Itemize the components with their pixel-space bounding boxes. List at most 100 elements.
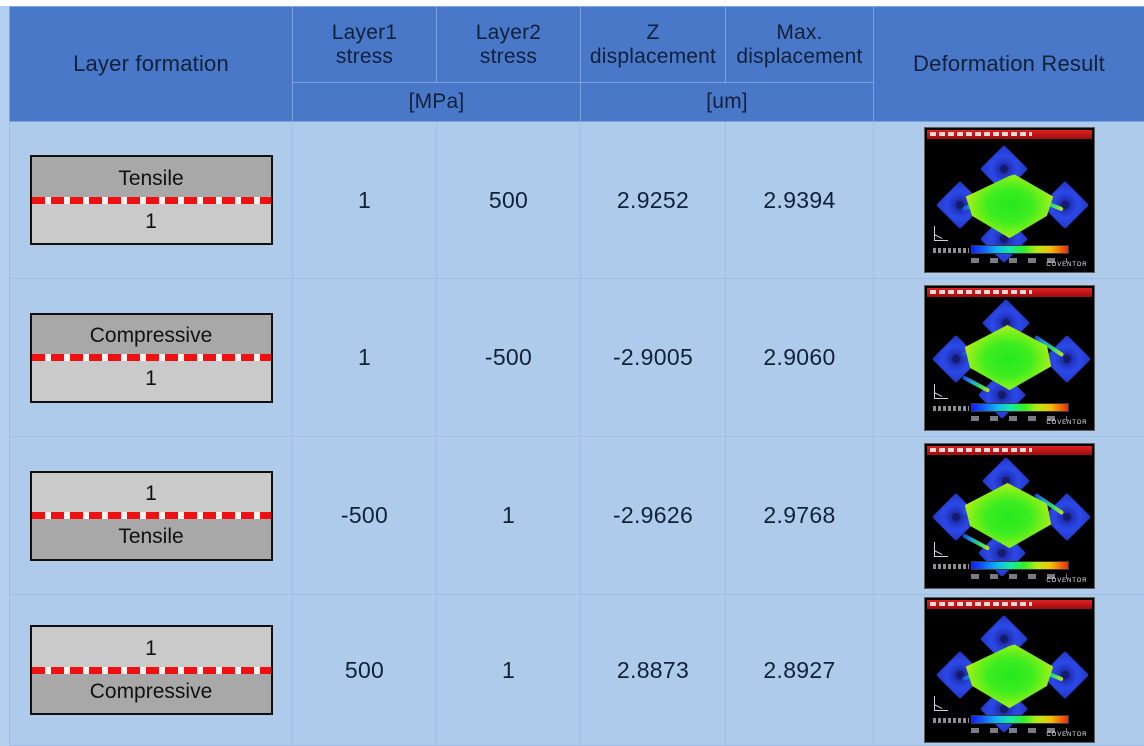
cell-layer2-stress: -500	[436, 278, 581, 437]
layer-stack: 1 Compressive	[29, 625, 273, 715]
cell-z-displacement: 2.9252	[580, 121, 726, 279]
coventor-watermark: COVENTOR	[1046, 732, 1088, 738]
left-margin-strip	[0, 6, 9, 746]
deformed-membrane	[965, 174, 1054, 239]
layer-stack: Tensile 1	[29, 155, 273, 245]
sim-viewport: COVENTOR	[926, 297, 1092, 428]
coventor-simulation-image: COVENTOR	[923, 127, 1095, 273]
layer-top: 1	[31, 472, 271, 516]
sim-viewport: COVENTOR	[926, 455, 1092, 586]
cell-layer1-stress: -500	[292, 436, 437, 595]
cell-z-displacement: -2.9626	[580, 436, 726, 595]
sim-titlebar	[926, 445, 1092, 455]
header-deformation-result: Deformation Result	[873, 6, 1144, 122]
coventor-simulation-image: COVENTOR	[923, 597, 1095, 743]
cell-layer2-stress: 1	[436, 436, 581, 595]
cell-deformation-result: COVENTOR	[873, 436, 1144, 595]
header-layer1-stress-line1: Layer1	[331, 21, 398, 45]
cell-z-displacement: 2.8873	[580, 594, 726, 746]
deformed-membrane	[964, 324, 1052, 391]
deformed-membrane	[964, 482, 1052, 549]
header-stress-unit: [MPa]	[292, 82, 581, 122]
layer-bottom: Tensile	[31, 515, 271, 559]
cell-deformation-result: COVENTOR	[873, 278, 1144, 437]
layer-formation-diagram: 1 Tensile	[9, 436, 293, 595]
colorbar-legend	[970, 245, 1069, 254]
sim-titlebar	[926, 287, 1092, 297]
colorbar-label	[932, 718, 969, 723]
header-layer1-stress: Layer1 stress	[292, 5, 437, 84]
cell-layer2-stress: 500	[436, 121, 581, 279]
cell-max-displacement: 2.8927	[725, 594, 874, 746]
colorbar-label	[932, 248, 969, 253]
tether-beam-bottom-left	[961, 532, 990, 551]
layer-bottom: 1	[31, 357, 271, 401]
cell-z-displacement: -2.9005	[580, 278, 726, 437]
layer-bottom: Compressive	[31, 670, 271, 713]
layer-formation-diagram: 1 Compressive	[9, 594, 293, 746]
header-max-displacement: Max. displacement	[725, 5, 874, 84]
anchor-pad-right	[1042, 492, 1091, 541]
deformed-membrane	[965, 644, 1054, 709]
colorbar-legend	[970, 402, 1069, 412]
table-row: 1 Compressive 500 1 2.8873 2.8927 COVENT…	[9, 594, 1144, 746]
interface-dashed-line	[31, 666, 271, 674]
interface-dashed-line	[31, 512, 271, 519]
cell-layer2-stress: 1	[436, 594, 581, 746]
header-layer2-stress-line2: stress	[479, 44, 538, 68]
sim-titlebar	[926, 600, 1092, 609]
top-margin-strip	[0, 0, 1144, 6]
header-displacement-unit: [um]	[580, 82, 874, 122]
layer-top: Compressive	[31, 314, 271, 358]
layer-top: 1	[31, 627, 271, 670]
sim-viewport: COVENTOR	[926, 140, 1092, 270]
sim-titlebar	[926, 130, 1092, 139]
tether-beam-bottom-left	[961, 374, 990, 393]
axis-triad-icon	[933, 226, 949, 244]
cell-max-displacement: 2.9060	[725, 278, 874, 437]
header-z-displacement-line1: Z	[646, 21, 660, 45]
table-row: Tensile 1 1 500 2.9252 2.9394 COVENTOR	[9, 121, 1144, 279]
header-max-displacement-line2: displacement	[736, 44, 863, 68]
cell-deformation-result: COVENTOR	[873, 121, 1144, 279]
layer-formation-diagram: Tensile 1	[9, 121, 293, 279]
header-z-displacement: Z displacement	[580, 5, 726, 84]
axis-triad-icon	[933, 383, 949, 402]
cell-layer1-stress: 1	[292, 278, 437, 437]
coventor-simulation-image: COVENTOR	[923, 442, 1095, 589]
header-layer1-stress-line2: stress	[335, 44, 394, 68]
layer-top: Tensile	[31, 157, 271, 200]
coventor-watermark: COVENTOR	[1046, 419, 1088, 426]
header-row-primary: Layer formation Layer1 stress Layer2 str…	[9, 5, 1144, 122]
colorbar-label	[932, 405, 969, 411]
layer-bottom: 1	[31, 200, 271, 243]
axis-triad-icon	[933, 696, 949, 714]
colorbar-legend	[970, 715, 1069, 724]
cell-max-displacement: 2.9394	[725, 121, 874, 279]
layer-stack: Compressive 1	[29, 312, 273, 403]
table-row: 1 Tensile -500 1 -2.9626 2.9768 COVENTOR	[9, 436, 1144, 595]
cell-layer1-stress: 500	[292, 594, 437, 746]
cell-layer1-stress: 1	[292, 121, 437, 279]
cell-deformation-result: COVENTOR	[873, 594, 1144, 746]
header-z-displacement-line2: displacement	[589, 44, 717, 68]
anchor-pad-right	[1042, 334, 1091, 383]
sim-viewport: COVENTOR	[926, 610, 1092, 740]
interface-dashed-line	[31, 196, 271, 204]
layer-stack: 1 Tensile	[29, 470, 273, 561]
colorbar-legend	[970, 560, 1069, 570]
layer-formation-diagram: Compressive 1	[9, 278, 293, 437]
simulation-results-table: Layer formation Layer1 stress Layer2 str…	[9, 5, 1144, 746]
table-row: Compressive 1 1 -500 -2.9005 2.9060 COVE…	[9, 278, 1144, 437]
coventor-watermark: COVENTOR	[1046, 262, 1088, 268]
coventor-watermark: COVENTOR	[1046, 577, 1088, 584]
header-layer2-stress-line1: Layer2	[475, 21, 542, 45]
coventor-simulation-image: COVENTOR	[923, 284, 1095, 431]
header-max-displacement-line1: Max.	[776, 21, 823, 45]
slide-canvas: Layer formation Layer1 stress Layer2 str…	[0, 0, 1144, 746]
interface-dashed-line	[31, 354, 271, 361]
colorbar-label	[932, 563, 969, 569]
axis-triad-icon	[933, 541, 949, 560]
cell-max-displacement: 2.9768	[725, 436, 874, 595]
header-layer2-stress: Layer2 stress	[436, 5, 581, 84]
